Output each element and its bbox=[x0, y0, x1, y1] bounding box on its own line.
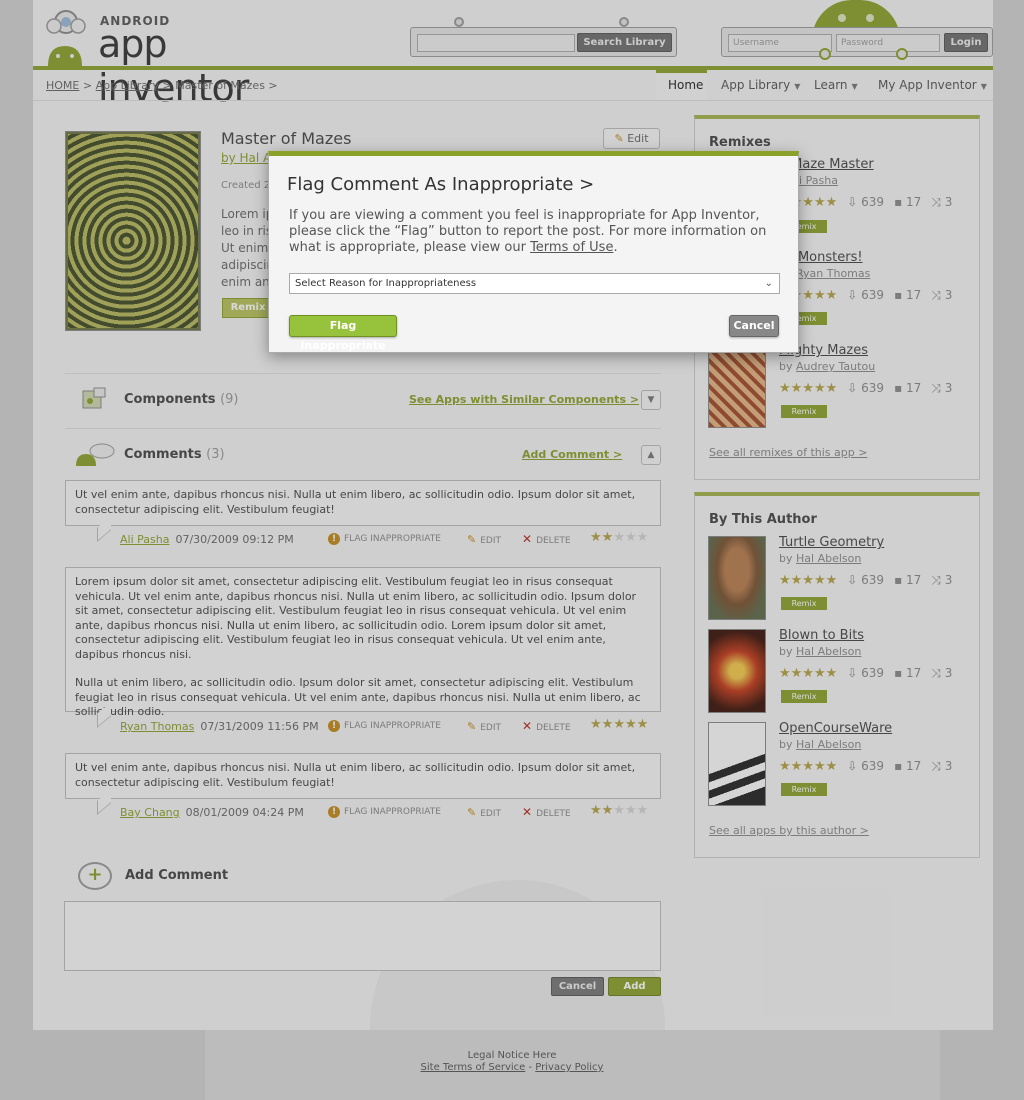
modal-cancel-button[interactable]: Cancel bbox=[729, 315, 779, 337]
flag-inappropriate-button[interactable]: Flag Inappropriate bbox=[289, 315, 397, 352]
chevron-down-icon: ⌄ bbox=[764, 278, 773, 289]
modal-body-text: If you are viewing a comment you feel is… bbox=[289, 208, 767, 255]
modal-body: If you are viewing a comment you feel is… bbox=[289, 208, 779, 256]
reason-select[interactable]: Select Reason for Inappropriateness ⌄ bbox=[289, 273, 780, 294]
modal-body-end: . bbox=[613, 240, 618, 255]
reason-select-value: Select Reason for Inappropriateness bbox=[295, 278, 477, 289]
modal-title: Flag Comment As Inappropriate > bbox=[287, 174, 595, 195]
terms-of-use-link[interactable]: Terms of Use bbox=[530, 240, 613, 255]
flag-comment-modal: Flag Comment As Inappropriate > If you a… bbox=[268, 151, 799, 353]
